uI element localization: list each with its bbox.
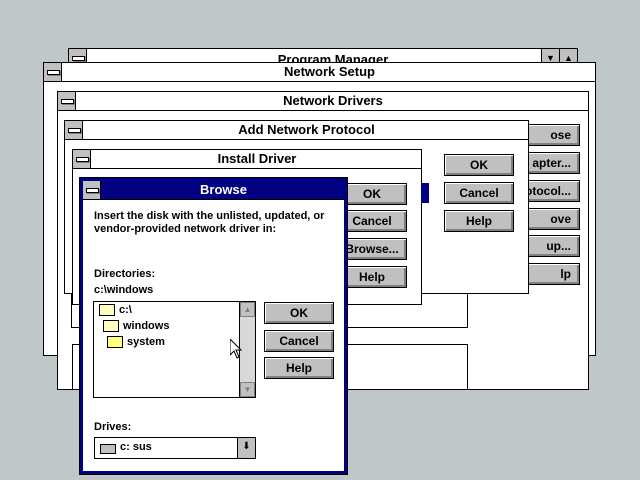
network-setup-title: Network Setup: [283, 64, 375, 79]
current-path-text: c:\windows: [94, 284, 154, 296]
open-folder-icon: [99, 304, 115, 317]
install-driver-help-button[interactable]: Help: [337, 266, 407, 288]
network-drivers-system-menu[interactable]: [58, 92, 76, 110]
install-driver-browse-button[interactable]: Browse...: [337, 238, 407, 260]
install-driver-field-edge: [421, 183, 429, 203]
network-setup-system-menu[interactable]: [44, 63, 62, 81]
tree-item-windows[interactable]: windows: [103, 320, 169, 333]
drive-icon: [100, 444, 116, 454]
add-network-protocol-title: Add Network Protocol: [238, 122, 375, 137]
add-network-protocol-system-menu[interactable]: [65, 121, 83, 139]
drives-dropdown[interactable]: c: sus ⬇: [94, 437, 256, 459]
browse-title: Browse: [200, 182, 247, 197]
install-driver-cancel-button[interactable]: Cancel: [337, 210, 407, 232]
network-drivers-title: Network Drivers: [283, 93, 383, 108]
open-folder-icon: [103, 320, 119, 333]
scroll-down-icon[interactable]: ▼: [240, 382, 255, 397]
dropdown-arrow-icon[interactable]: ⬇: [237, 438, 255, 458]
tree-item-root[interactable]: c:\: [99, 304, 132, 317]
directories-label: Directories:: [94, 268, 156, 280]
drives-label: Drives:: [94, 421, 132, 433]
browse-window: Browse Insert the disk with the unlisted…: [80, 178, 347, 474]
install-driver-ok-button[interactable]: OK: [337, 183, 407, 205]
browse-instruction-text: Insert the disk with the unlisted, updat…: [94, 210, 325, 235]
add-protocol-cancel-button[interactable]: Cancel: [444, 182, 514, 204]
browse-cancel-button[interactable]: Cancel: [264, 330, 334, 352]
browse-ok-button[interactable]: OK: [264, 302, 334, 324]
drive-selected-text: c: sus: [120, 441, 152, 453]
add-protocol-help-button[interactable]: Help: [444, 210, 514, 232]
tree-item-system[interactable]: system: [107, 336, 165, 349]
mouse-cursor-icon: [230, 339, 242, 359]
install-driver-title: Install Driver: [217, 151, 297, 166]
browse-help-button[interactable]: Help: [264, 357, 334, 379]
browse-system-menu[interactable]: [83, 181, 101, 199]
folder-icon: [107, 336, 123, 349]
add-protocol-ok-button[interactable]: OK: [444, 154, 514, 176]
scroll-up-icon[interactable]: ▲: [240, 302, 255, 317]
install-driver-system-menu[interactable]: [73, 150, 91, 168]
